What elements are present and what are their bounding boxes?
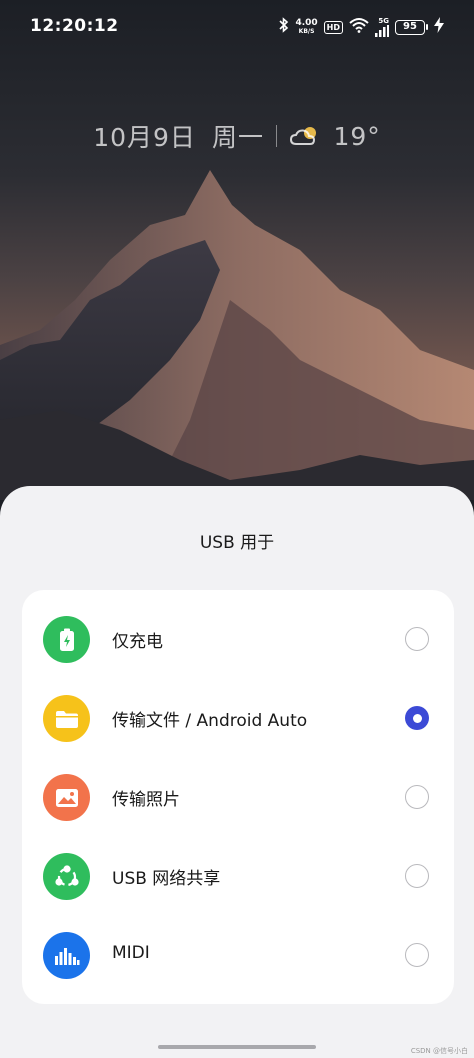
lock-weekday: 周一	[211, 123, 264, 152]
status-icons: 4.00 KB/S HD 5G 95	[279, 16, 444, 38]
wifi-icon	[349, 17, 369, 37]
home-indicator[interactable]	[158, 1045, 316, 1049]
battery-indicator: 95	[395, 19, 428, 35]
partly-cloudy-icon	[289, 124, 321, 148]
folder-icon	[43, 695, 90, 742]
option-label: 传输照片	[112, 790, 180, 810]
radio-usb-tethering[interactable]	[405, 864, 429, 888]
watermark: CSDN @信号小白	[410, 1047, 468, 1055]
equalizer-icon	[43, 932, 90, 979]
option-photo-transfer[interactable]: 传输照片	[22, 758, 454, 837]
option-label: MIDI	[112, 943, 150, 963]
usb-options-card: 仅充电 传输文件 / Android Auto 传输照片 USB 网络共享 MI…	[22, 590, 454, 1004]
divider	[275, 125, 278, 147]
radio-charge-only[interactable]	[405, 627, 429, 651]
battery-level: 95	[395, 19, 425, 35]
status-clock: 12:20:12	[30, 16, 119, 36]
network-speed-unit: KB/S	[298, 28, 315, 35]
option-label: 仅充电	[112, 632, 163, 652]
lock-screen-wallpaper	[0, 0, 474, 500]
battery-tip	[426, 24, 428, 30]
charging-icon	[434, 17, 444, 37]
signal-icon: 5G	[375, 16, 389, 37]
status-bar: 12:20:12 4.00 KB/S HD 5G 95	[0, 0, 474, 54]
option-midi[interactable]: MIDI	[22, 916, 454, 995]
radio-photo-transfer[interactable]	[405, 785, 429, 809]
option-file-transfer[interactable]: 传输文件 / Android Auto	[22, 679, 454, 758]
radio-midi[interactable]	[405, 943, 429, 967]
network-speed: 4.00 KB/S	[295, 18, 318, 36]
signal-type-label: 5G	[378, 16, 389, 25]
lock-date: 10月9日	[93, 123, 196, 152]
lock-temperature: 19°	[333, 121, 381, 151]
hd-badge: HD	[323, 20, 343, 34]
photo-icon	[43, 774, 90, 821]
network-speed-value: 4.00	[295, 18, 318, 28]
option-usb-tethering[interactable]: USB 网络共享	[22, 837, 454, 916]
lock-screen-date-weather: 10月9日 周一 19°	[0, 118, 474, 154]
option-label: USB 网络共享	[112, 869, 221, 889]
radio-file-transfer[interactable]	[405, 706, 429, 730]
mountain-illustration	[0, 0, 474, 500]
share-network-icon	[43, 853, 90, 900]
battery-charge-icon	[43, 616, 90, 663]
bluetooth-icon	[279, 17, 289, 37]
sheet-title: USB 用于	[199, 533, 275, 553]
option-label: 传输文件 / Android Auto	[112, 711, 308, 731]
option-charge-only[interactable]: 仅充电	[22, 600, 454, 679]
